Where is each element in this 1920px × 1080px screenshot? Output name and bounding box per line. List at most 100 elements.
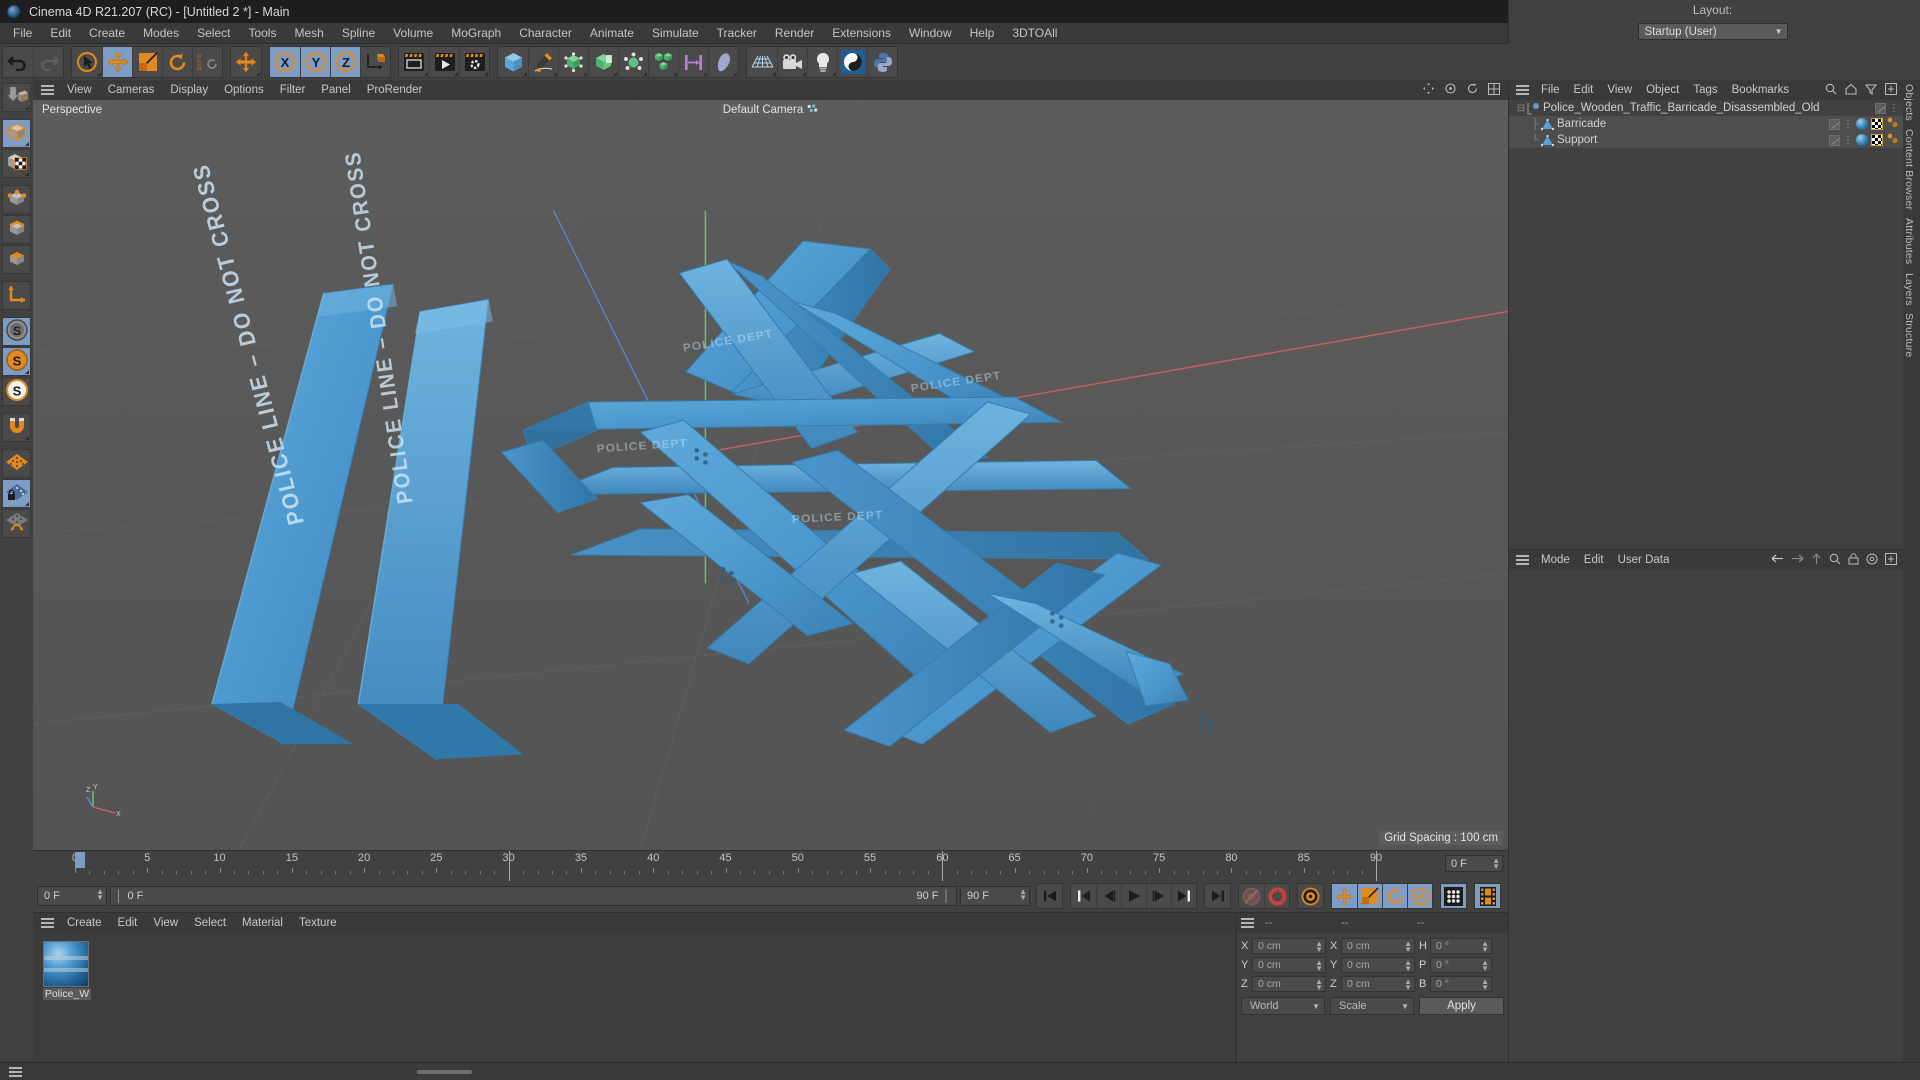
play-button[interactable] [1121,884,1146,908]
menu-item-character[interactable]: Character [510,23,581,44]
go-to-next-frame-button[interactable] [1146,884,1171,908]
parameter-key-button[interactable]: P [1407,884,1432,908]
enable-dots-icon[interactable]: ⋮ [1843,119,1853,129]
object-tree[interactable]: ⊟ Police_Wooden_Traffic_Barricade_Disasse… [1509,100,1903,549]
attribute-menu-edit[interactable]: Edit [1577,550,1611,570]
points-mode-button[interactable] [2,185,31,214]
go-to-previous-frame-button[interactable] [1096,884,1121,908]
record-active-objects-button[interactable] [1239,884,1264,908]
material-tag-icon[interactable] [1856,134,1868,146]
right-tab-layers[interactable]: Layers [1903,269,1915,310]
menu-item-file[interactable]: File [4,23,41,44]
menu-item-mograph[interactable]: MoGraph [442,23,510,44]
add-deformer-button[interactable] [618,47,648,77]
menu-item-create[interactable]: Create [80,23,134,44]
attribute-body[interactable] [1509,570,1903,1062]
stepper-icon[interactable]: ▲ ▼ [1481,977,1489,991]
material-menu-texture[interactable]: Texture [291,913,345,933]
axis-mode-button[interactable] [2,281,31,310]
go-to-end-button[interactable] [1205,884,1230,908]
start-frame-field[interactable]: 0 F ▲ ▼ [37,886,107,906]
object-menu-view[interactable]: View [1600,80,1639,100]
menu-item-modes[interactable]: Modes [134,23,188,44]
render-view-button[interactable] [399,47,429,77]
viewport-menu-cameras[interactable]: Cameras [100,80,163,100]
right-tab-attributes[interactable]: Attributes [1903,214,1915,268]
render-settings-button[interactable] [459,47,489,77]
uvw-tag-icon[interactable] [1871,118,1883,130]
coordinates-menu-icon[interactable] [1241,918,1254,928]
scale-tool[interactable] [132,47,162,77]
lock-z-axis-button[interactable]: Z [330,47,360,77]
lock-x-axis-button[interactable]: X [270,47,300,77]
enable-axis-modification-button[interactable]: S [2,317,31,346]
stepper-icon[interactable]: ▲ ▼ [1404,977,1412,991]
add-camera-button[interactable] [777,47,807,77]
world-object-axis-button[interactable] [231,47,261,77]
coordinate-position-field[interactable]: 0 cm ▲ ▼ [1252,975,1326,992]
add-scene-button[interactable] [708,47,738,77]
timeline-ticks[interactable]: 051015202530354045505560657075808590 [72,851,1382,881]
texture-tag-icon[interactable] [1886,117,1899,131]
python-button[interactable] [867,47,897,77]
add-spline-button[interactable] [528,47,558,77]
coordinate-system-select[interactable]: World ▼ [1241,997,1325,1015]
transform-mode-select[interactable]: Scale ▼ [1330,997,1414,1015]
rotate-tool[interactable] [162,47,192,77]
object-menu-file[interactable]: File [1534,80,1567,100]
lock-workplane-button[interactable] [2,479,31,508]
stepper-icon[interactable]: ▲ ▼ [1019,888,1027,902]
polygons-mode-button[interactable] [2,245,31,274]
menu-item-animate[interactable]: Animate [581,23,643,44]
cineware-button[interactable] [837,47,867,77]
menu-item-simulate[interactable]: Simulate [643,23,708,44]
move-tool[interactable] [102,47,132,77]
preview-range-bar[interactable]: ⎢ 0 F 90 F ⎢ [110,886,957,906]
timeline-playhead[interactable] [75,852,85,868]
add-light-button[interactable] [807,47,837,77]
object-row[interactable]: └ Support ⋮ [1509,132,1903,148]
attribute-menu-icon[interactable] [1516,555,1529,565]
undo-button[interactable] [3,47,33,77]
menu-item-volume[interactable]: Volume [384,23,442,44]
material-menu-icon[interactable] [41,918,54,928]
timeline-frame-field[interactable]: 0 F ▲ ▼ [1445,855,1503,872]
menu-item-extensions[interactable]: Extensions [823,23,900,44]
stepper-icon[interactable]: ▲ ▼ [1315,939,1323,953]
coordinate-position-field[interactable]: 0 cm ▲ ▼ [1252,937,1326,954]
object-menu-object[interactable]: Object [1639,80,1686,100]
viewport-menu-options[interactable]: Options [216,80,272,100]
live-selection-tool[interactable] [72,47,102,77]
redo-button[interactable] [33,47,63,77]
add-panel-icon[interactable] [1885,82,1897,98]
menu-item-tools[interactable]: Tools [239,23,285,44]
menu-item-mesh[interactable]: Mesh [285,23,332,44]
object-row[interactable]: ├ Barricade ⋮ [1509,116,1903,132]
home-icon[interactable] [1845,83,1857,98]
stepper-icon[interactable]: ▲ ▼ [1315,958,1323,972]
object-menu-icon[interactable] [1516,85,1529,95]
menu-item-edit[interactable]: Edit [41,23,80,44]
material-list[interactable]: Police_W [33,933,1236,1062]
point-level-animation-button[interactable] [1441,884,1466,908]
position-key-button[interactable] [1332,884,1357,908]
material-menu-select[interactable]: Select [186,913,234,933]
go-to-next-key-button[interactable] [1171,884,1196,908]
lock-icon[interactable] [1848,552,1859,568]
lock-y-axis-button[interactable]: Y [300,47,330,77]
world-coordinate-system-button[interactable] [360,47,390,77]
rotate-view-icon[interactable] [1466,82,1479,98]
right-tab-structure[interactable]: Structure [1903,309,1915,361]
material-tag-icon[interactable] [1856,118,1868,130]
uvw-tag-icon[interactable] [1871,134,1883,146]
object-menu-bookmarks[interactable]: Bookmarks [1725,80,1797,100]
scale-key-button[interactable] [1357,884,1382,908]
layout-select[interactable]: Startup (User) ▼ [1637,23,1788,40]
expand-collapse-icon[interactable]: ⊟ [1515,103,1527,114]
viewport-menu-view[interactable]: View [59,80,100,100]
add-cube-button[interactable] [498,47,528,77]
coordinate-size-field[interactable]: 0 cm ▲ ▼ [1341,956,1415,973]
coordinate-rotation-field[interactable]: 0 ° ▲ ▼ [1430,956,1492,973]
right-tab-content-browser[interactable]: Content Browser [1903,125,1915,214]
coordinate-rotation-field[interactable]: 0 ° ▲ ▼ [1430,937,1492,954]
